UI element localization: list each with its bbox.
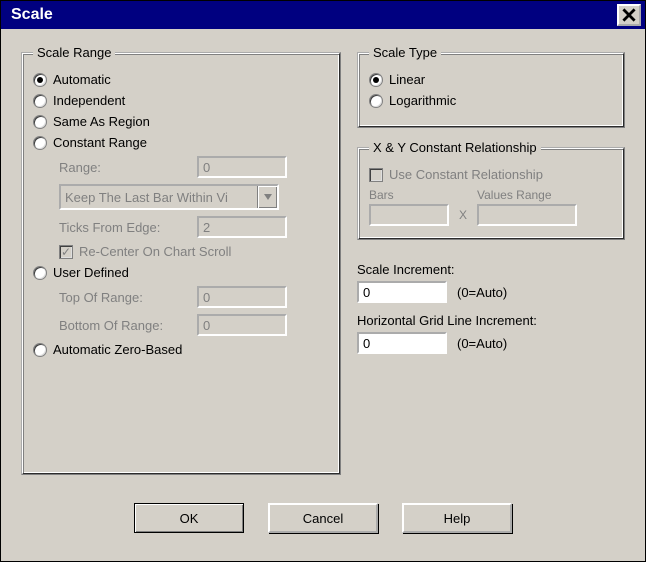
label-logarithmic: Logarithmic (389, 93, 456, 108)
close-icon (622, 8, 636, 22)
label-user-defined: User Defined (53, 265, 129, 280)
radio-logarithmic[interactable] (369, 94, 383, 108)
radio-auto-zero[interactable] (33, 343, 47, 357)
option-same-as-region[interactable]: Same As Region (33, 114, 329, 129)
ok-button[interactable]: OK (134, 503, 244, 533)
scale-type-group: Scale Type Linear Logarithmic (357, 45, 625, 128)
label-automatic: Automatic (53, 72, 111, 87)
chevron-down-icon (257, 186, 277, 208)
top-range-input: 0 (197, 286, 287, 308)
window-title: Scale (11, 6, 617, 24)
scale-increment-input[interactable] (357, 281, 447, 303)
top-range-label: Top Of Range: (59, 290, 189, 305)
radio-linear[interactable] (369, 73, 383, 87)
scale-range-legend: Scale Range (33, 45, 115, 60)
scale-increment-label: Scale Increment: (357, 262, 625, 277)
range-input: 0 (197, 156, 287, 178)
ticks-label: Ticks From Edge: (59, 220, 189, 235)
scale-range-group: Scale Range Automatic Independent Same A… (21, 45, 341, 475)
bottom-range-input: 0 (197, 314, 287, 336)
hgrid-label: Horizontal Grid Line Increment: (357, 313, 625, 328)
bars-header: Bars (369, 188, 449, 202)
ticks-input: 2 (197, 216, 287, 238)
x-separator: X (455, 208, 471, 226)
help-button[interactable]: Help (402, 503, 512, 533)
radio-automatic[interactable] (33, 73, 47, 87)
button-row: OK Cancel Help (21, 487, 625, 551)
option-constant-range[interactable]: Constant Range (33, 135, 329, 150)
option-automatic[interactable]: Automatic (33, 72, 329, 87)
option-auto-zero[interactable]: Automatic Zero-Based (33, 342, 329, 357)
radio-constant-range[interactable] (33, 136, 47, 150)
xy-legend: X & Y Constant Relationship (369, 140, 541, 155)
option-independent[interactable]: Independent (33, 93, 329, 108)
xy-relationship-group: X & Y Constant Relationship Use Constant… (357, 140, 625, 240)
label-independent: Independent (53, 93, 125, 108)
label-auto-zero: Automatic Zero-Based (53, 342, 182, 357)
range-mode-value: Keep The Last Bar Within Vi (65, 190, 257, 205)
radio-user-defined[interactable] (33, 266, 47, 280)
recenter-label: Re-Center On Chart Scroll (79, 244, 231, 259)
bars-input (369, 204, 449, 226)
bottom-range-label: Bottom Of Range: (59, 318, 189, 333)
titlebar: Scale (1, 1, 645, 29)
values-range-input (477, 204, 577, 226)
radio-independent[interactable] (33, 94, 47, 108)
hgrid-hint: (0=Auto) (457, 336, 507, 351)
scale-dialog: Scale Scale Range Automatic Independent (0, 0, 646, 562)
cancel-button[interactable]: Cancel (268, 503, 378, 533)
option-linear[interactable]: Linear (369, 72, 613, 87)
use-constant-checkbox (369, 168, 383, 182)
use-constant-label: Use Constant Relationship (389, 167, 543, 182)
values-range-header: Values Range (477, 188, 577, 202)
label-linear: Linear (389, 72, 425, 87)
option-user-defined[interactable]: User Defined (33, 265, 329, 280)
label-constant-range: Constant Range (53, 135, 147, 150)
close-button[interactable] (617, 4, 641, 26)
radio-same-as-region[interactable] (33, 115, 47, 129)
scale-increment-hint: (0=Auto) (457, 285, 507, 300)
range-mode-select: Keep The Last Bar Within Vi (59, 184, 279, 210)
hgrid-input[interactable] (357, 332, 447, 354)
recenter-checkbox (59, 245, 73, 259)
range-label: Range: (59, 160, 189, 175)
scale-type-legend: Scale Type (369, 45, 441, 60)
dialog-body: Scale Range Automatic Independent Same A… (1, 29, 645, 561)
option-logarithmic[interactable]: Logarithmic (369, 93, 613, 108)
label-same-as-region: Same As Region (53, 114, 150, 129)
